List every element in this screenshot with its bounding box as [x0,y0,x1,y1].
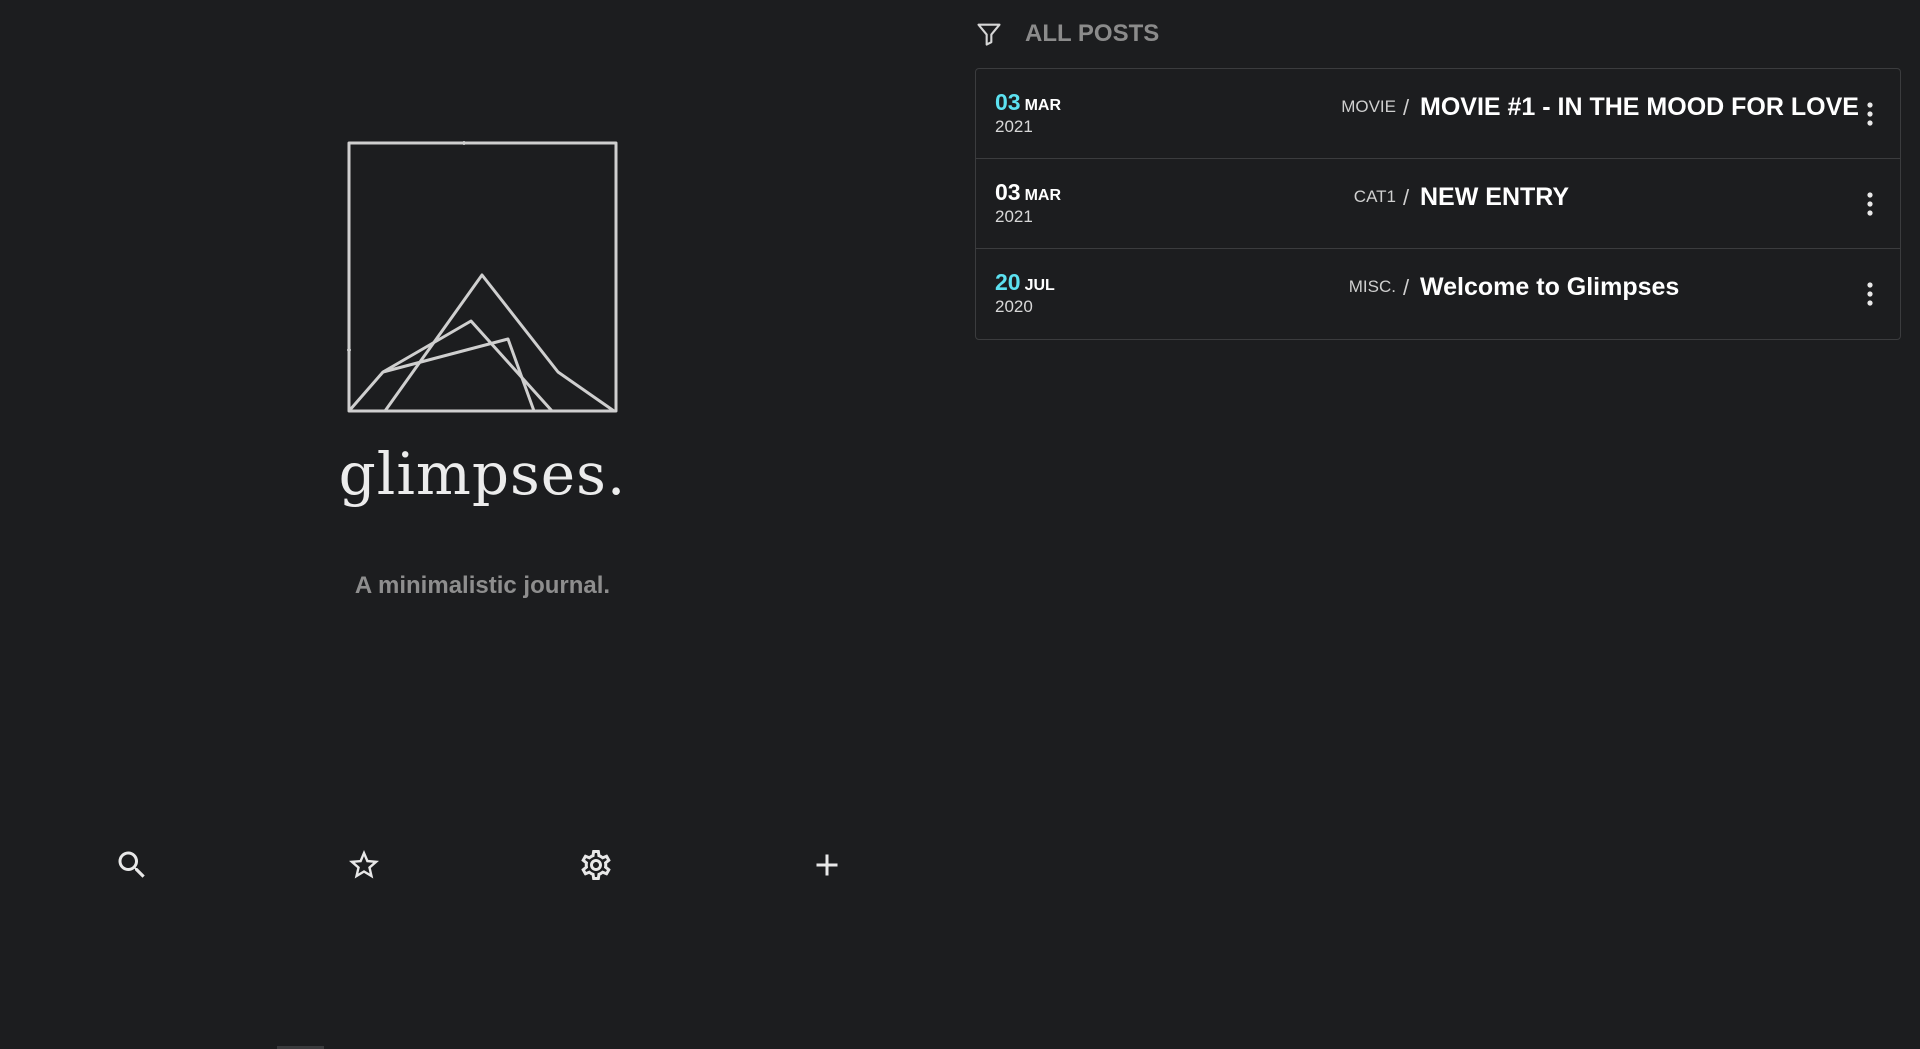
star-icon [346,847,382,883]
post-title[interactable]: MOVIE #1 - IN THE MOOD FOR LOVE [1420,93,1859,122]
post-row[interactable]: 03 MAR 2021 CAT1 / NEW ENTRY [976,159,1900,249]
post-day: 03 [995,179,1021,205]
post-title[interactable]: Welcome to Glimpses [1420,273,1679,302]
post-year: 2021 [995,207,1033,226]
app-tagline: A minimalistic journal. [354,572,611,599]
separator: / [1403,95,1410,120]
post-date: 20 JUL 2020 [995,269,1055,317]
separator: / [1403,185,1410,210]
more-options-button[interactable] [1860,99,1880,129]
post-title[interactable]: NEW ENTRY [1420,183,1569,212]
gear-icon [578,847,614,883]
separator: / [1403,275,1410,300]
post-month: JUL [1024,277,1055,294]
add-post-button[interactable] [805,843,849,887]
search-button[interactable] [110,843,154,887]
settings-button[interactable] [574,843,618,887]
search-icon [114,847,150,883]
post-list: 03 MAR 2021 MOVIE / MOVIE #1 - IN THE MOO… [975,68,1901,340]
post-year: 2020 [995,297,1033,316]
post-row[interactable]: 20 JUL 2020 MISC. / Welcome to Glimpses [976,249,1900,339]
filter-label[interactable]: ALL POSTS [1025,20,1159,48]
post-category: CAT1 [1353,187,1396,206]
favorites-button[interactable] [342,843,386,887]
post-row[interactable]: 03 MAR 2021 MOVIE / MOVIE #1 - IN THE MOO… [976,69,1900,159]
sidebar: glimpses. A minimalistic journal. [0,0,965,1049]
post-date: 03 MAR 2021 [995,179,1061,227]
post-day: 20 [995,269,1021,295]
post-category: MOVIE [1341,97,1396,116]
filter-icon[interactable] [975,20,1003,48]
filter-bar: ALL POSTS [975,14,1159,54]
vertical-dots-icon [1866,281,1874,307]
more-options-button[interactable] [1860,189,1880,219]
mountain-logo-icon [347,141,618,413]
app-name: glimpses. [338,440,627,508]
post-day: 03 [995,89,1021,115]
vertical-dots-icon [1866,101,1874,127]
posts-panel: ALL POSTS 03 MAR 2021 MOVIE / MOVIE #1 - … [975,0,1901,1049]
post-category: MISC. [1348,277,1396,296]
post-date: 03 MAR 2021 [995,89,1061,137]
post-year: 2021 [995,117,1033,136]
post-month: MAR [1024,187,1062,204]
plus-icon [809,847,845,883]
more-options-button[interactable] [1860,279,1880,309]
vertical-dots-icon [1866,191,1874,217]
post-month: MAR [1024,97,1062,114]
